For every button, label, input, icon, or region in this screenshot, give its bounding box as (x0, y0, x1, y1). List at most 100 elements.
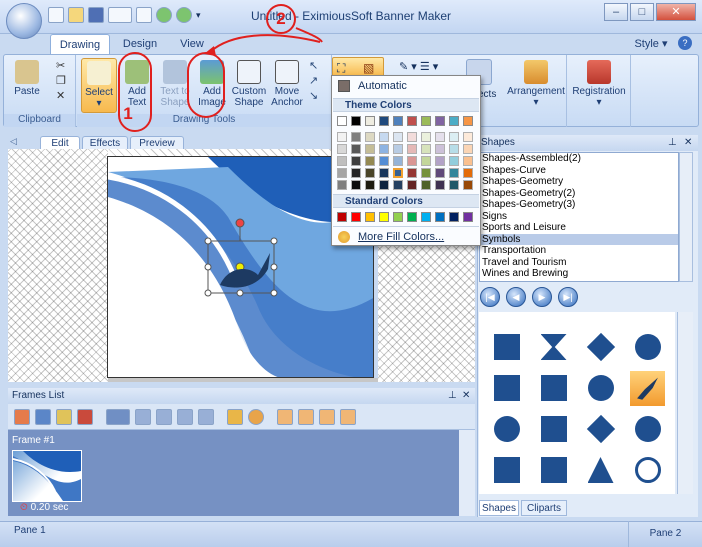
shape-list-scrollbar[interactable] (679, 152, 693, 282)
tab-design[interactable]: Design (113, 34, 167, 54)
theme-color-swatch[interactable] (463, 116, 473, 126)
frame-thumbnail[interactable] (12, 450, 82, 502)
delete-frame-icon[interactable] (77, 409, 93, 425)
frame-layer-4-icon[interactable] (198, 409, 214, 425)
arrangement-button[interactable]: Arrangement ▾ (507, 58, 565, 113)
theme-shade-swatch[interactable] (407, 132, 417, 142)
paste-button[interactable]: Paste (10, 58, 44, 113)
help-icon[interactable]: ? (678, 36, 692, 50)
triskelion-icon[interactable] (536, 453, 571, 488)
theme-shade-swatch[interactable] (365, 132, 375, 142)
standard-color-swatch[interactable] (379, 212, 389, 222)
theme-shade-swatch[interactable] (379, 156, 389, 166)
theme-shade-swatch[interactable] (407, 180, 417, 190)
app-menu-orb-icon[interactable] (6, 3, 42, 39)
circle-outline-icon[interactable] (630, 453, 665, 488)
frame-layer-3-icon[interactable] (177, 409, 193, 425)
registration-button[interactable]: Registration ▾ (569, 58, 629, 113)
theme-color-swatch[interactable] (393, 116, 403, 126)
theme-color-swatch[interactable] (351, 116, 361, 126)
last-page-icon[interactable]: ▶| (558, 287, 578, 307)
frame-layer-2-icon[interactable] (156, 409, 172, 425)
standard-color-swatch[interactable] (407, 212, 417, 222)
theme-shade-swatch[interactable] (351, 180, 361, 190)
theme-shade-swatch[interactable] (435, 156, 445, 166)
tab-preview[interactable]: Preview (130, 136, 184, 150)
shape-grid-scrollbar[interactable] (677, 312, 693, 494)
theme-shade-swatch[interactable] (393, 156, 403, 166)
frames-scrollbar[interactable] (459, 430, 475, 516)
more-fill-colors-item[interactable]: More Fill Colors... (358, 231, 444, 243)
tab-cliparts[interactable]: Cliparts (521, 500, 567, 516)
shape-category-item[interactable]: Travel and Tourism (480, 257, 678, 269)
theme-shade-swatch[interactable] (463, 156, 473, 166)
theme-shade-swatch[interactable] (435, 132, 445, 142)
frame-next-icon[interactable] (319, 409, 335, 425)
theme-shade-swatch[interactable] (393, 180, 403, 190)
theme-shade-swatch[interactable] (449, 156, 459, 166)
theme-shade-swatch[interactable] (393, 168, 403, 178)
copy-frame-icon[interactable] (56, 409, 72, 425)
standard-color-swatch[interactable] (449, 212, 459, 222)
cut-icon[interactable]: ✂ (56, 59, 66, 74)
jet-plane-icon[interactable] (583, 371, 618, 406)
theme-shade-swatch[interactable] (463, 168, 473, 178)
resize-handle-tr[interactable] (270, 237, 278, 245)
frames-close-icon[interactable]: ✕ (462, 390, 470, 401)
close-button[interactable]: ✕ (656, 3, 696, 21)
theme-color-swatch[interactable] (337, 116, 347, 126)
shape-category-item[interactable]: Shapes-Geometry(2) (480, 188, 678, 200)
copy-icon[interactable]: ❐ (56, 74, 66, 89)
shape-category-item[interactable]: Shapes-Assembled(2) (480, 153, 678, 165)
delete-icon[interactable]: ✕ (56, 89, 66, 104)
radiation-icon[interactable] (630, 412, 665, 447)
maximize-button[interactable]: □ (630, 3, 654, 21)
theme-shade-swatch[interactable] (337, 180, 347, 190)
prev-page-icon[interactable]: ◀ (506, 287, 526, 307)
theme-shade-swatch[interactable] (435, 168, 445, 178)
shape-category-item[interactable]: Shapes-Geometry (480, 176, 678, 188)
new-frame-icon[interactable] (14, 409, 30, 425)
automatic-color-item[interactable]: Automatic (358, 80, 407, 92)
standard-color-swatch[interactable] (365, 212, 375, 222)
fill-color-button[interactable]: ⛶ ▧ (332, 57, 384, 77)
style-menu[interactable]: Style ▾ (634, 34, 668, 54)
sword-icon[interactable] (630, 371, 665, 406)
frame-first-icon[interactable] (277, 409, 293, 425)
theme-shade-swatch[interactable] (337, 144, 347, 154)
theme-shade-swatch[interactable] (365, 144, 375, 154)
first-page-icon[interactable]: |◀ (480, 287, 500, 307)
theme-shade-swatch[interactable] (421, 156, 431, 166)
theme-shade-swatch[interactable] (337, 132, 347, 142)
theme-shade-swatch[interactable] (449, 168, 459, 178)
theme-shade-swatch[interactable] (351, 156, 361, 166)
shapes-pin-icon[interactable]: ⊥ (668, 137, 677, 148)
custom-shape-button[interactable]: Custom Shape (231, 58, 267, 113)
diamond-arrows-icon[interactable] (583, 330, 618, 365)
frame-view-icon[interactable] (106, 409, 130, 425)
theme-shade-swatch[interactable] (351, 144, 361, 154)
shape-category-item[interactable]: Symbols (480, 233, 678, 245)
tab-shapes[interactable]: Shapes (479, 500, 519, 516)
shape-category-item[interactable]: Sports and Leisure (480, 222, 678, 234)
theme-shade-swatch[interactable] (379, 180, 389, 190)
theme-shade-swatch[interactable] (337, 156, 347, 166)
resize-handle-bl[interactable] (204, 289, 212, 297)
fan-icon[interactable] (489, 412, 524, 447)
standard-color-swatch[interactable] (435, 212, 445, 222)
radial-dots-icon[interactable] (630, 330, 665, 365)
tab-edit[interactable]: Edit (40, 136, 80, 150)
theme-shade-swatch[interactable] (435, 144, 445, 154)
standard-color-swatch[interactable] (351, 212, 361, 222)
editor-scroll-left-icon[interactable]: ◁ (10, 136, 17, 147)
theme-color-swatch[interactable] (407, 116, 417, 126)
theme-shade-swatch[interactable] (379, 168, 389, 178)
puzzle-cross-icon[interactable] (489, 453, 524, 488)
standard-color-swatch[interactable] (421, 212, 431, 222)
shape-category-item[interactable]: Signs (480, 211, 678, 223)
frame-prev-icon[interactable] (298, 409, 314, 425)
theme-shade-swatch[interactable] (463, 180, 473, 190)
standard-color-swatch[interactable] (337, 212, 347, 222)
shape-category-item[interactable]: Wines and Brewing (480, 268, 678, 280)
theme-shade-swatch[interactable] (407, 156, 417, 166)
